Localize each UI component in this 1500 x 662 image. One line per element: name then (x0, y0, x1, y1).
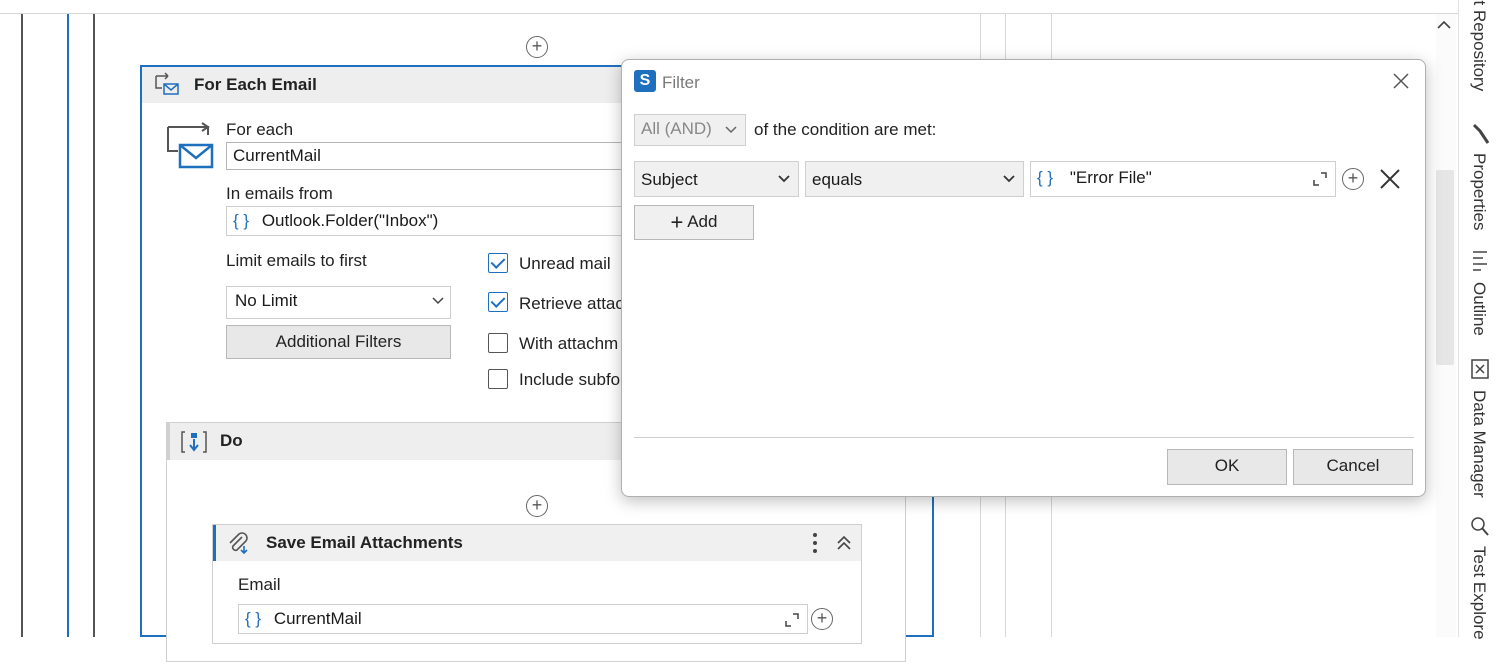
expand-editor-icon[interactable] (785, 613, 799, 627)
side-tab-outline[interactable]: Outline (1469, 282, 1489, 336)
scroll-up-icon[interactable] (1437, 20, 1451, 30)
chevron-down-icon (778, 175, 790, 183)
retrieve-attachments-checkbox[interactable] (488, 292, 508, 312)
for-each-item-field[interactable]: CurrentMail (226, 142, 646, 170)
for-each-email-icon (155, 72, 179, 95)
expression-braces-icon: { } (245, 609, 262, 628)
limit-emails-dropdown[interactable]: No Limit (226, 286, 451, 319)
do-block-title: Do (220, 431, 243, 450)
expand-editor-icon[interactable] (1313, 172, 1327, 186)
expression-braces-icon: { } (1037, 168, 1054, 187)
add-inner-activity-plus-icon[interactable]: + (526, 495, 548, 517)
side-tab-object-repository[interactable]: ct Repository (1469, 0, 1489, 91)
for-each-item-value: CurrentMail (233, 146, 321, 165)
match-mode-value: All (AND) (641, 119, 712, 138)
side-tab-properties[interactable]: Properties (1469, 153, 1489, 230)
for-each-label: For each (226, 120, 294, 139)
in-emails-from-value: Outlook.Folder("Inbox") (261, 211, 439, 230)
condition-field-value: Subject (641, 170, 698, 189)
for-each-email-title: For Each Email (194, 75, 317, 94)
test-explorer-icon (1471, 517, 1489, 536)
ok-button[interactable]: OK (1167, 449, 1287, 485)
do-sequence-icon (181, 431, 207, 453)
sequence-line-inner (93, 14, 95, 637)
filter-dialog-title: Filter (662, 73, 700, 92)
add-condition-button[interactable]: + Add (634, 205, 754, 240)
sequence-line-outer (21, 14, 23, 637)
condition-value-field[interactable]: { } "Error File" (1030, 161, 1336, 197)
limit-emails-label: Limit emails to first (226, 251, 367, 270)
condition-operator-dropdown[interactable]: equals (805, 161, 1024, 197)
unread-mail-checkbox[interactable] (488, 253, 508, 273)
collapse-icon[interactable] (836, 535, 852, 551)
add-variable-plus-icon[interactable]: + (811, 608, 833, 630)
chevron-down-icon (1003, 175, 1015, 183)
condition-field-dropdown[interactable]: Subject (634, 161, 799, 197)
include-subfolders-label: Include subfo (519, 370, 621, 389)
more-options-icon[interactable] (812, 532, 818, 554)
save-email-attachments-activity[interactable]: Save Email Attachments Email { } Current… (212, 524, 862, 644)
side-tab-data-manager[interactable]: Data Manager (1469, 390, 1489, 498)
email-value: CurrentMail (273, 609, 362, 628)
designer-canvas: + For Each Email For each CurrentMail In… (0, 0, 1500, 662)
in-emails-from-label: In emails from (226, 184, 333, 203)
in-emails-from-field[interactable]: { } Outlook.Folder("Inbox") (226, 206, 646, 236)
side-panel: ct Repository Properties Outline Data Ma… (1458, 0, 1500, 640)
with-attachments-label: With attachm (519, 334, 619, 353)
top-toolbar-edge (0, 0, 1460, 14)
include-subfolders-checkbox[interactable] (488, 369, 508, 389)
match-mode-suffix: of the condition are met: (754, 120, 937, 139)
expression-braces-icon: { } (233, 211, 250, 230)
cancel-button[interactable]: Cancel (1293, 449, 1413, 485)
chevron-down-icon (725, 126, 737, 134)
for-each-mail-large-icon (167, 122, 214, 169)
canvas-scrollbar-thumb[interactable] (1436, 170, 1454, 365)
plus-icon: + (670, 209, 684, 235)
add-variable-plus-icon[interactable]: + (1342, 168, 1364, 190)
chevron-down-icon (432, 297, 444, 305)
sequence-line-selected (67, 14, 69, 637)
wrench-icon (1472, 123, 1490, 144)
app-logo-icon: S (634, 70, 656, 92)
side-tab-test-explorer[interactable]: Test Explore (1469, 546, 1489, 640)
with-attachments-checkbox[interactable] (488, 333, 508, 353)
condition-value: "Error File" (1069, 168, 1152, 187)
additional-filters-button[interactable]: Additional Filters (226, 325, 451, 359)
condition-operator-value: equals (812, 170, 863, 189)
close-icon[interactable] (1392, 72, 1410, 90)
filter-dialog: S Filter All (AND) of the condition are … (621, 59, 1426, 497)
add-condition-label: Add (687, 212, 718, 231)
save-email-attachments-header[interactable]: Save Email Attachments (213, 525, 861, 561)
unread-mail-label: Unread mail (519, 254, 611, 273)
limit-emails-value: No Limit (235, 291, 298, 310)
email-field[interactable]: { } CurrentMail (238, 604, 808, 634)
remove-condition-icon[interactable] (1379, 168, 1401, 190)
match-mode-dropdown[interactable]: All (AND) (634, 114, 746, 146)
retrieve-attachments-label: Retrieve attac (519, 294, 624, 313)
save-email-attachments-title: Save Email Attachments (266, 533, 463, 552)
add-activity-plus-icon[interactable]: + (526, 36, 548, 58)
email-label: Email (238, 575, 281, 594)
dialog-divider (634, 437, 1414, 438)
outline-icon (1473, 251, 1487, 271)
paperclip-icon (229, 532, 248, 555)
data-manager-icon (1471, 359, 1489, 379)
